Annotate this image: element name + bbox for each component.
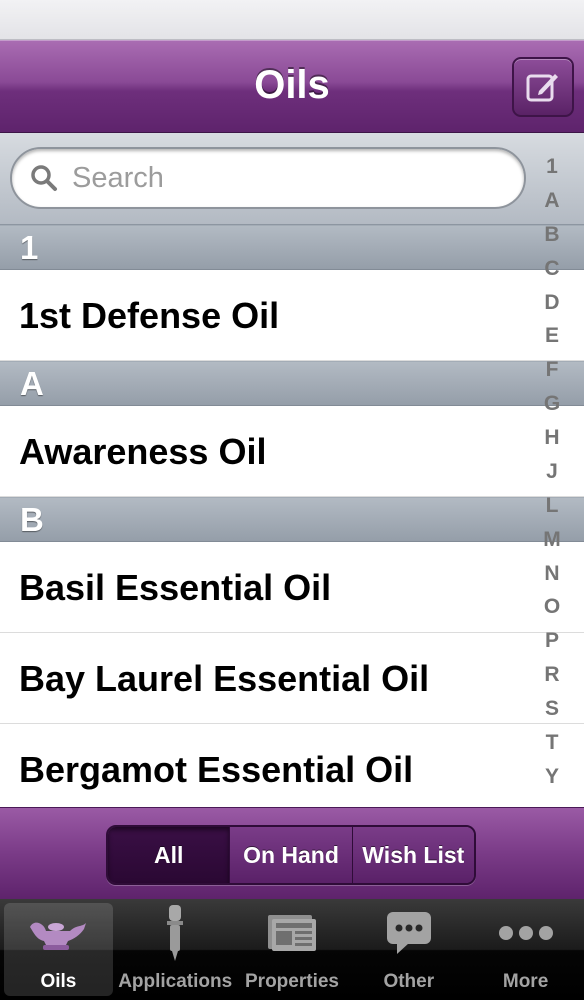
index-letter[interactable]: J bbox=[546, 460, 558, 483]
list-item-label: Awareness Oil bbox=[19, 431, 267, 472]
list-item-label: Basil Essential Oil bbox=[19, 567, 332, 608]
list-item[interactable]: Awareness Oil bbox=[0, 406, 584, 497]
navigation-bar: Oils bbox=[0, 40, 584, 133]
tab-label: Other bbox=[383, 971, 435, 992]
filter-bar: All On Hand Wish List bbox=[0, 807, 584, 899]
index-letter[interactable]: M bbox=[543, 528, 561, 551]
segment-on-hand[interactable]: On Hand bbox=[229, 827, 352, 883]
list-item[interactable]: 1st Defense Oil bbox=[0, 270, 584, 361]
search-field[interactable] bbox=[10, 147, 526, 209]
tab-other[interactable]: Other bbox=[350, 899, 467, 1000]
segment-wish-list[interactable]: Wish List bbox=[351, 827, 474, 883]
chat-bubble-icon bbox=[385, 899, 433, 967]
tab-oils[interactable]: Oils bbox=[0, 899, 117, 1000]
list-item[interactable]: Bergamot Essential Oil bbox=[0, 724, 584, 807]
index-letter[interactable]: P bbox=[545, 630, 559, 652]
tab-bar: Oils Applications Properties Other More bbox=[0, 899, 584, 1000]
list-item-label: 1st Defense Oil bbox=[19, 295, 280, 336]
more-icon bbox=[498, 899, 554, 967]
index-letter[interactable]: S bbox=[545, 698, 559, 720]
index-letter[interactable]: 1 bbox=[546, 156, 558, 178]
index-letter[interactable]: D bbox=[544, 291, 559, 314]
list-item-label: Bergamot Essential Oil bbox=[19, 749, 414, 790]
search-input[interactable] bbox=[72, 161, 524, 195]
index-letter[interactable]: N bbox=[544, 562, 559, 585]
dropper-icon bbox=[164, 899, 186, 967]
section-index[interactable]: 1 A B C D E F G H J L M N O P R S T Y bbox=[535, 156, 569, 788]
newspaper-icon bbox=[266, 899, 318, 967]
tab-applications[interactable]: Applications bbox=[117, 899, 234, 1000]
tab-label: Applications bbox=[118, 971, 233, 992]
index-letter[interactable]: C bbox=[544, 257, 559, 280]
compose-icon bbox=[526, 74, 558, 102]
index-letter[interactable]: Y bbox=[545, 765, 559, 788]
section-header: 1 bbox=[0, 225, 584, 270]
index-letter[interactable]: F bbox=[546, 359, 559, 381]
compose-button[interactable] bbox=[512, 57, 574, 117]
status-bar bbox=[0, 0, 584, 40]
index-letter[interactable]: O bbox=[544, 596, 560, 618]
segment-all[interactable]: All bbox=[108, 827, 230, 883]
section-header: A bbox=[0, 361, 584, 406]
index-letter[interactable]: T bbox=[546, 731, 559, 754]
lamp-icon bbox=[26, 899, 90, 967]
search-icon bbox=[30, 163, 60, 193]
index-letter[interactable]: H bbox=[544, 427, 559, 449]
index-letter[interactable]: L bbox=[546, 494, 559, 517]
list-item[interactable]: Basil Essential Oil bbox=[0, 542, 584, 633]
tab-label: Oils bbox=[40, 971, 77, 992]
tab-more[interactable]: More bbox=[467, 899, 584, 1000]
list-item[interactable]: Bay Laurel Essential Oil bbox=[0, 633, 584, 724]
tab-label: Properties bbox=[245, 971, 339, 992]
oil-list: 1 1st Defense Oil A Awareness Oil B Basi… bbox=[0, 225, 584, 807]
tab-properties[interactable]: Properties bbox=[234, 899, 351, 1000]
section-header: B bbox=[0, 497, 584, 542]
search-bar bbox=[0, 133, 584, 225]
index-letter[interactable]: A bbox=[544, 189, 559, 212]
page-title: Oils bbox=[254, 63, 330, 107]
index-letter[interactable]: G bbox=[544, 393, 560, 415]
index-letter[interactable]: R bbox=[544, 664, 559, 686]
index-letter[interactable]: E bbox=[545, 325, 559, 347]
filter-segmented-control: All On Hand Wish List bbox=[106, 825, 476, 885]
list-item-label: Bay Laurel Essential Oil bbox=[19, 658, 430, 699]
tab-label: More bbox=[502, 971, 549, 992]
index-letter[interactable]: B bbox=[544, 223, 559, 246]
